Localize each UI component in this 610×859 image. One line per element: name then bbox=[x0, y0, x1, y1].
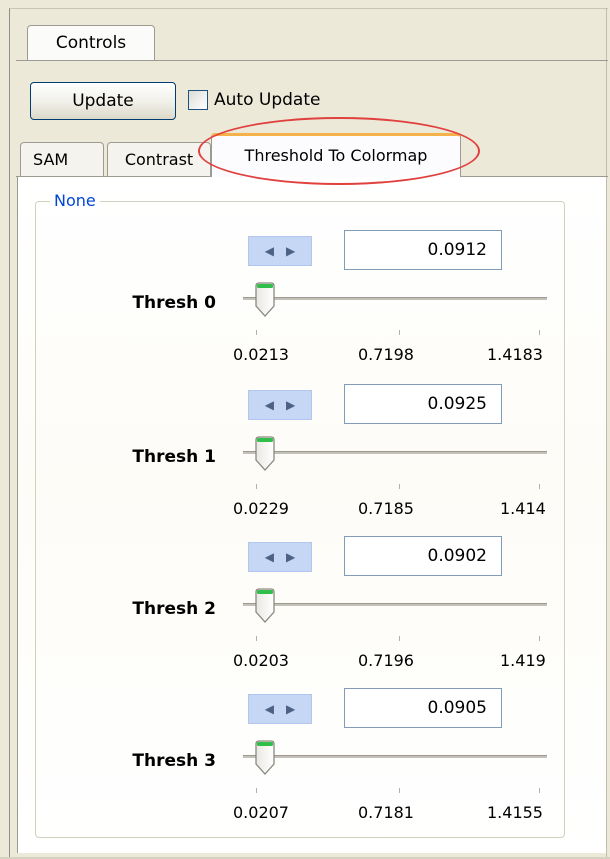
tab-threshold-to-colormap[interactable]: Threshold To Colormap bbox=[211, 133, 461, 177]
tick-label-mid: 0.7185 bbox=[358, 499, 414, 518]
spin-buttons[interactable]: ◀ ▶ bbox=[248, 694, 312, 724]
tick-mark bbox=[539, 330, 540, 335]
threshold-label: Thresh 0 bbox=[132, 293, 216, 313]
tick-label-mid: 0.7181 bbox=[358, 803, 414, 822]
tick-mark bbox=[399, 788, 400, 793]
spin-right-icon[interactable]: ▶ bbox=[286, 398, 295, 412]
tick-label-min: 0.0203 bbox=[233, 651, 289, 670]
slider-track[interactable] bbox=[243, 451, 547, 454]
tick-label-min: 0.0213 bbox=[233, 345, 289, 364]
tick-label-max: 1.414 bbox=[500, 499, 546, 518]
spin-left-icon[interactable]: ◀ bbox=[265, 398, 274, 412]
tick-mark bbox=[399, 484, 400, 489]
tick-label-min: 0.0207 bbox=[233, 803, 289, 822]
tick-label-mid: 0.7196 bbox=[358, 651, 414, 670]
tab-controls[interactable]: Controls bbox=[27, 25, 155, 61]
spin-buttons[interactable]: ◀ ▶ bbox=[248, 542, 312, 572]
window-frame-right bbox=[606, 8, 607, 859]
slider-thumb[interactable] bbox=[253, 282, 277, 318]
threshold-value-field[interactable]: 0.0912 bbox=[344, 230, 502, 270]
slider-track[interactable] bbox=[243, 755, 547, 758]
tick-mark bbox=[539, 788, 540, 793]
threshold-label: Thresh 1 bbox=[132, 447, 216, 467]
tick-label-mid: 0.7198 bbox=[358, 345, 414, 364]
tick-mark bbox=[539, 484, 540, 489]
spin-buttons[interactable]: ◀ ▶ bbox=[248, 390, 312, 420]
tick-mark bbox=[539, 636, 540, 641]
group-title: None bbox=[50, 191, 100, 211]
tick-label-max: 1.4183 bbox=[487, 345, 543, 364]
spin-left-icon[interactable]: ◀ bbox=[265, 244, 274, 258]
slider-track[interactable] bbox=[243, 297, 547, 300]
tab-contrast[interactable]: Contrast bbox=[107, 142, 211, 176]
auto-update-checkbox[interactable] bbox=[188, 90, 208, 110]
threshold-value-field[interactable]: 0.0925 bbox=[344, 384, 502, 424]
spin-right-icon[interactable]: ▶ bbox=[286, 550, 295, 564]
tab-strip-line bbox=[16, 60, 608, 61]
tick-label-max: 1.4155 bbox=[487, 803, 543, 822]
spin-right-icon[interactable]: ▶ bbox=[286, 244, 295, 258]
tick-mark bbox=[399, 636, 400, 641]
tick-mark bbox=[256, 484, 257, 489]
tick-label-max: 1.419 bbox=[500, 651, 546, 670]
tick-mark bbox=[256, 330, 257, 335]
spin-left-icon[interactable]: ◀ bbox=[265, 550, 274, 564]
threshold-value-field[interactable]: 0.0902 bbox=[344, 536, 502, 576]
tick-label-min: 0.0229 bbox=[233, 499, 289, 518]
slider-thumb[interactable] bbox=[253, 588, 277, 624]
tick-mark bbox=[256, 788, 257, 793]
spin-right-icon[interactable]: ▶ bbox=[286, 702, 295, 716]
threshold-value-field[interactable]: 0.0905 bbox=[344, 688, 502, 728]
tick-mark bbox=[256, 636, 257, 641]
slider-thumb[interactable] bbox=[253, 740, 277, 776]
update-button[interactable]: Update bbox=[30, 82, 176, 120]
tab-sam[interactable]: SAM bbox=[20, 142, 104, 176]
spin-buttons[interactable]: ◀ ▶ bbox=[248, 236, 312, 266]
auto-update-label: Auto Update bbox=[214, 90, 321, 110]
spin-left-icon[interactable]: ◀ bbox=[265, 702, 274, 716]
tick-mark bbox=[399, 330, 400, 335]
slider-track[interactable] bbox=[243, 603, 547, 606]
threshold-label: Thresh 3 bbox=[132, 751, 216, 771]
threshold-label: Thresh 2 bbox=[132, 599, 216, 619]
slider-thumb[interactable] bbox=[253, 436, 277, 472]
